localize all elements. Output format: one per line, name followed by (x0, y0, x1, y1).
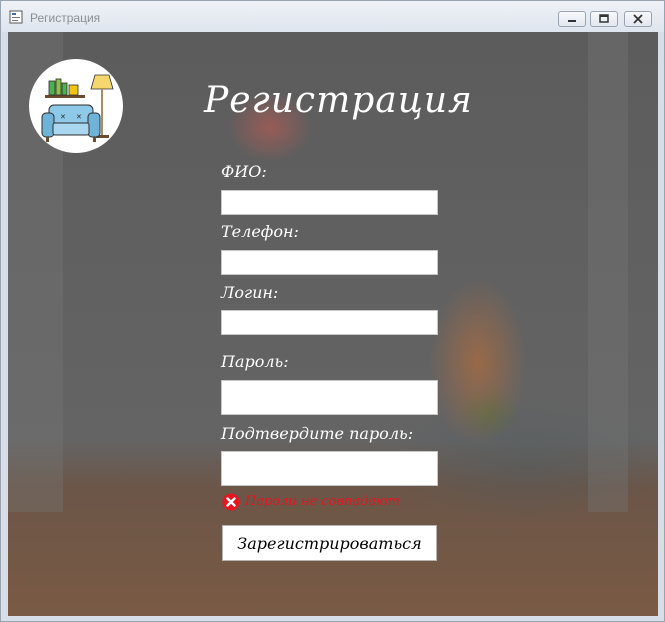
phone-label: Телефон: (221, 222, 299, 241)
fio-label: ФИО: (221, 162, 267, 181)
minimize-button[interactable] (558, 11, 586, 27)
registration-window: Регистрация ✕ ✕ Регистрация ФИО: Телефон… (0, 0, 665, 622)
confirm-password-label: Подтвердите пароль: (221, 424, 414, 443)
restore-button[interactable] (590, 11, 618, 27)
close-icon (633, 14, 643, 24)
svg-text:✕: ✕ (76, 113, 82, 121)
register-button[interactable]: Зарегистрироваться (222, 525, 437, 561)
login-label: Логин: (221, 283, 279, 302)
page-title: Регистрация (204, 80, 473, 121)
background-decor (588, 32, 628, 512)
window-title: Регистрация (30, 11, 101, 25)
restore-icon (599, 14, 609, 23)
close-button[interactable] (624, 11, 652, 27)
svg-text:✕: ✕ (60, 113, 66, 121)
armchair-lamp-shelf-logo: ✕ ✕ (29, 59, 123, 153)
phone-input[interactable] (221, 250, 438, 275)
confirm-password-input[interactable] (221, 451, 438, 486)
fio-input[interactable] (221, 190, 438, 215)
minimize-icon (568, 20, 576, 22)
login-input[interactable] (221, 310, 438, 335)
password-input[interactable] (221, 380, 438, 415)
password-label: Пароль: (221, 352, 289, 371)
title-bar[interactable]: Регистрация (1, 1, 664, 32)
form-background: ✕ ✕ Регистрация ФИО: Телефон: Логин: Пар… (8, 32, 658, 616)
error-message: Пароли не совпадают (245, 494, 400, 509)
app-form-icon (9, 10, 23, 24)
error-x-icon (222, 493, 240, 511)
